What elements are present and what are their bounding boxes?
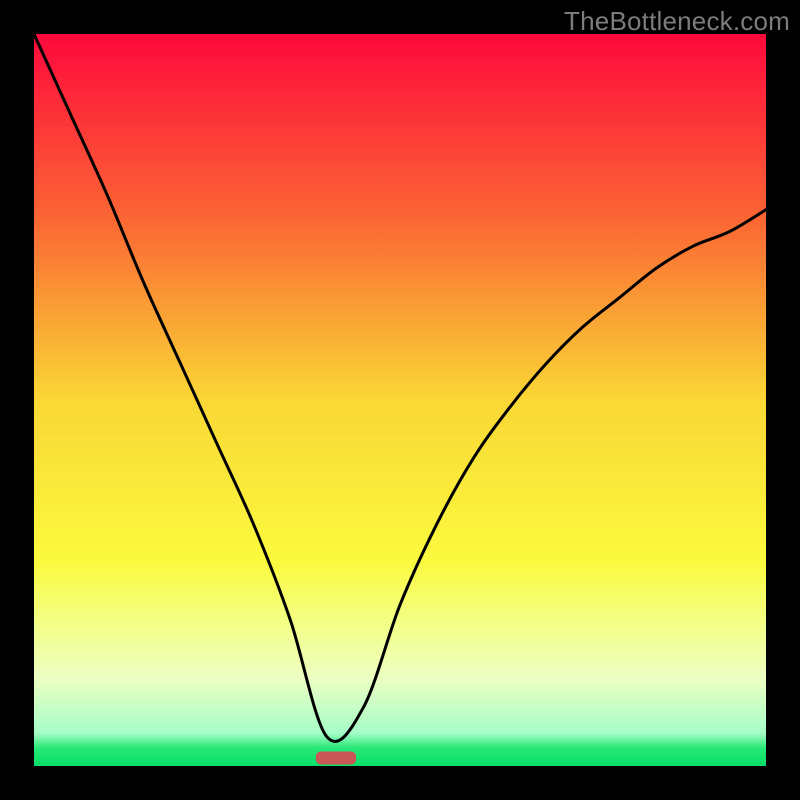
- watermark-text: TheBottleneck.com: [564, 6, 790, 37]
- chart-frame: TheBottleneck.com: [0, 0, 800, 800]
- bottleneck-chart: [34, 34, 766, 766]
- optimum-marker: [316, 751, 356, 764]
- gradient-background: [34, 34, 766, 766]
